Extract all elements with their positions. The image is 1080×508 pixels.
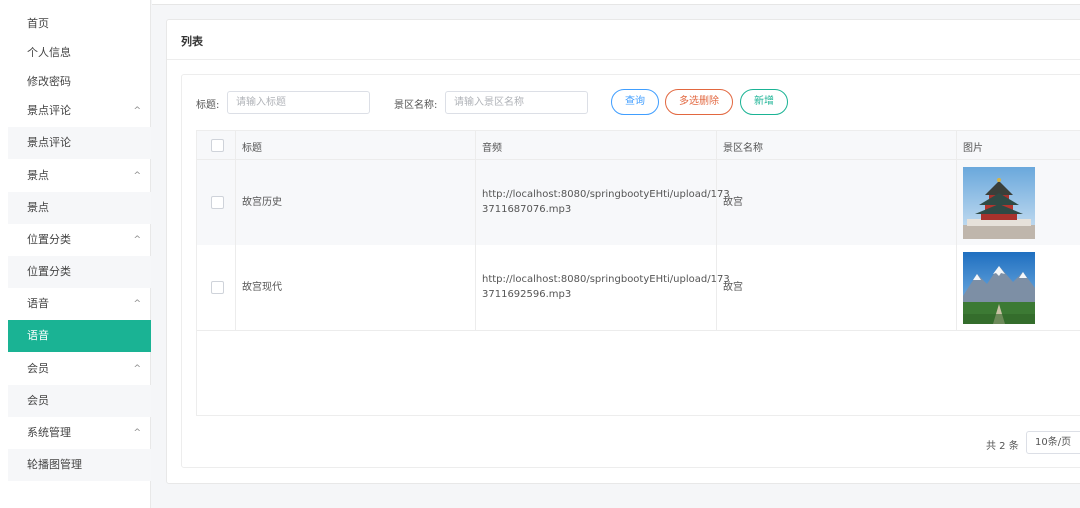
pagination-total: 共 2 条 [986,441,1019,452]
column-divider [716,131,717,330]
table-row[interactable]: 故宫历史 http://localhost:8080/springbootyEH… [197,160,1080,246]
sidebar-item-label: 语音 [27,329,49,342]
sidebar-item-home[interactable]: 首页 [8,8,151,40]
sidebar-item-change-password[interactable]: 修改密码 [8,66,151,98]
top-bar [152,0,1080,5]
sidebar-item-label: 轮播图管理 [27,458,82,471]
sidebar-item-label: 会员 [27,394,49,407]
audio-url-line: http://localhost:8080/springbootyEHti/up… [482,189,730,200]
table-header: 标题 音频 景区名称 图片 [197,131,1080,160]
sidebar-group-system[interactable]: 系统管理 ^ [8,417,151,449]
chevron-up-icon: ^ [133,299,141,309]
sidebar-item-label: 景点评论 [27,136,71,149]
list-panel: 标题: 请输入标题 景区名称: 请输入景区名称 查询 多选删除 新增 标题 音频… [181,74,1080,468]
sidebar-item-label: 语音 [27,297,49,310]
audio-url-line: http://localhost:8080/springbootyEHti/up… [482,274,730,285]
sidebar-item-carousel[interactable]: 轮播图管理 [8,449,151,481]
sidebar-item-location[interactable]: 位置分类 [8,256,151,288]
sidebar-item-label: 位置分类 [27,265,71,278]
sidebar-item-voice[interactable]: 语音 [8,320,151,352]
data-table: 标题 音频 景区名称 图片 故宫历史 http://localhost:8080… [196,130,1080,416]
page-size-select[interactable]: 10条/页 [1026,431,1080,454]
chevron-up-icon: ^ [133,171,141,181]
card-title: 列表 [181,35,203,48]
cell-audio: http://localhost:8080/springbootyEHti/up… [482,272,730,302]
list-card: 列表 标题: 请输入标题 景区名称: 请输入景区名称 查询 多选删除 新增 标题… [166,19,1080,484]
cell-title: 故宫现代 [242,282,282,293]
audio-url-line: 3711692596.mp3 [482,289,572,300]
scenic-name-label: 景区名称: [394,100,438,111]
title-label: 标题: [196,100,220,111]
sidebar-item-label: 会员 [27,362,49,375]
cell-audio: http://localhost:8080/springbootyEHti/up… [482,187,730,217]
mountain-photo[interactable] [963,252,1035,324]
chevron-up-icon: ^ [133,364,141,374]
sidebar-item-label: 景点 [27,169,49,182]
query-button[interactable]: 查询 [611,89,659,115]
scenic-name-search-input[interactable]: 请输入景区名称 [445,91,588,114]
add-button[interactable]: 新增 [740,89,788,115]
chevron-up-icon: ^ [133,428,141,438]
column-header-image: 图片 [963,143,983,154]
row-checkbox[interactable] [211,281,224,294]
column-header-audio: 音频 [482,143,502,154]
temple-photo[interactable] [963,167,1035,239]
cell-scenic: 故宫 [723,197,743,208]
sidebar: 首页 个人信息 修改密码 景点评论 ^ 景点评论 景点 ^ 景点 位置分类 ^ 位置分… [0,0,151,508]
sidebar-item-label: 修改密码 [27,75,71,88]
sidebar-group-location[interactable]: 位置分类 ^ [8,224,151,256]
column-header-title: 标题 [242,143,262,154]
sidebar-item-label: 位置分类 [27,233,71,246]
sidebar-item-scenic-comments[interactable]: 景点评论 [8,127,151,159]
column-divider [235,131,236,330]
sidebar-item-scenic[interactable]: 景点 [8,192,151,224]
sidebar-item-profile[interactable]: 个人信息 [8,37,151,69]
sidebar-group-scenic-comments[interactable]: 景点评论 ^ [8,95,151,127]
divider [167,59,1080,60]
title-search-input[interactable]: 请输入标题 [227,91,370,114]
sidebar-item-label: 景点评论 [27,104,71,117]
cell-title: 故宫历史 [242,197,282,208]
sidebar-item-member[interactable]: 会员 [8,385,151,417]
column-header-scenic: 景区名称 [723,143,763,154]
column-divider [956,131,957,330]
chevron-up-icon: ^ [133,106,141,116]
row-checkbox[interactable] [211,196,224,209]
column-divider [475,131,476,330]
select-all-checkbox[interactable] [211,139,224,152]
sidebar-item-label: 个人信息 [27,46,71,59]
sidebar-group-voice[interactable]: 语音 ^ [8,288,151,320]
sidebar-item-label: 系统管理 [27,426,71,439]
multi-delete-button[interactable]: 多选删除 [665,89,733,115]
chevron-up-icon: ^ [133,235,141,245]
audio-url-line: 3711687076.mp3 [482,204,572,215]
sidebar-group-scenic[interactable]: 景点 ^ [8,160,151,192]
table-row[interactable]: 故宫现代 http://localhost:8080/springbootyEH… [197,245,1080,331]
cell-scenic: 故宫 [723,282,743,293]
sidebar-item-label: 首页 [27,17,49,30]
app-root: 首页 个人信息 修改密码 景点评论 ^ 景点评论 景点 ^ 景点 位置分类 ^ 位置分… [0,0,1080,508]
sidebar-group-member[interactable]: 会员 ^ [8,353,151,385]
sidebar-item-label: 景点 [27,201,49,214]
